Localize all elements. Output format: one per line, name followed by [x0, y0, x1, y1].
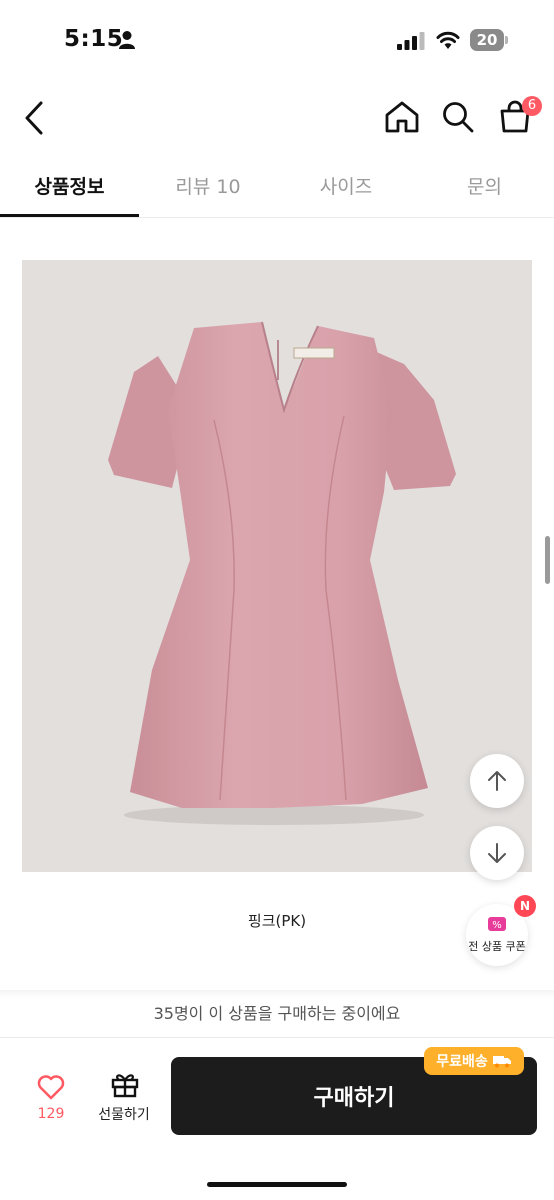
like-count: 129 [37, 1106, 65, 1122]
scroll-down-button[interactable] [470, 826, 524, 880]
arrow-down-icon [488, 843, 506, 863]
tab-divider [0, 217, 554, 218]
pink-dress-image [108, 321, 456, 825]
bottom-bar-divider [0, 1037, 554, 1038]
truck-icon [492, 1056, 511, 1068]
section-divider [0, 990, 554, 998]
tab-inquiry[interactable]: 문의 [415, 172, 554, 202]
coupon-label: 전 상품 쿠폰 [468, 940, 526, 953]
wifi-icon [436, 31, 460, 49]
person-icon [119, 31, 135, 49]
status-time: 5:15 [64, 26, 124, 52]
coupon-icon: % [488, 917, 506, 931]
back-arrow-icon[interactable] [22, 100, 46, 136]
home-indicator [207, 1182, 347, 1187]
free-shipping-label: 무료배송 [436, 1054, 488, 1070]
gift-button-label[interactable]: 선물하기 [88, 1104, 160, 1124]
product-image [22, 260, 532, 872]
home-icon[interactable] [384, 100, 420, 134]
tab-size[interactable]: 사이즈 [277, 172, 415, 202]
free-shipping-badge: 무료배송 [424, 1047, 524, 1075]
heart-icon[interactable] [37, 1074, 65, 1100]
battery-level: 20 [470, 29, 504, 51]
coupon-new-badge: N [514, 895, 536, 917]
page-scrollbar[interactable] [545, 536, 550, 584]
gift-icon[interactable] [110, 1070, 140, 1098]
arrow-up-icon [488, 771, 506, 791]
signal-icon [397, 32, 425, 50]
scroll-up-button[interactable] [470, 754, 524, 808]
tab-product-info[interactable]: 상품정보 [0, 172, 139, 202]
cart-count-badge: 6 [522, 96, 542, 116]
battery-indicator: 20 [470, 29, 510, 51]
search-icon[interactable] [441, 100, 475, 134]
tab-reviews[interactable]: 리뷰 10 [139, 172, 277, 202]
svg-text:%: % [492, 920, 502, 931]
buyers-message: 35명이 이 상품을 구매하는 중이에요 [153, 1004, 401, 1023]
